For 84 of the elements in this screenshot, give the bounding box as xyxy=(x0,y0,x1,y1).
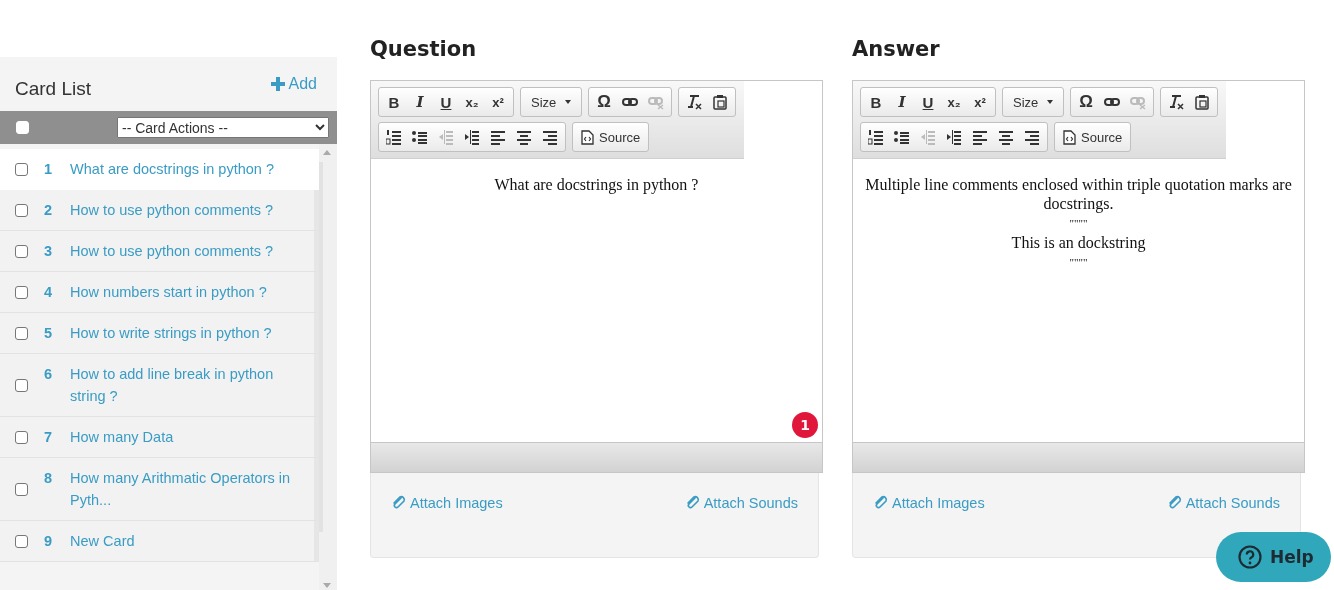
card-number: 4 xyxy=(44,283,53,302)
card-title: How many Arithmatic Operators in Pyth... xyxy=(70,469,292,510)
align-center-icon xyxy=(998,129,1014,145)
bold-button[interactable]: B xyxy=(863,90,889,114)
unlink-icon xyxy=(648,94,664,110)
subscript-button[interactable]: x₂ xyxy=(459,90,485,114)
italic-button[interactable]: I xyxy=(889,90,915,114)
align-left-icon xyxy=(490,129,506,145)
indent-icon xyxy=(946,129,962,145)
card-checkbox[interactable] xyxy=(15,430,28,444)
question-mark-icon xyxy=(1238,545,1262,569)
editor-text: """" xyxy=(1068,255,1089,270)
document-icon xyxy=(581,129,594,145)
card-number: 1 xyxy=(44,160,53,179)
align-right-icon xyxy=(1024,129,1040,145)
paperclip-icon xyxy=(873,495,889,511)
font-size-dropdown[interactable]: Size xyxy=(1005,90,1061,114)
card-title: How to use python comments ? xyxy=(70,201,275,220)
plus-icon xyxy=(270,77,285,91)
symbol-button[interactable]: Ω xyxy=(1073,90,1099,114)
section-heading: Answer xyxy=(852,36,941,63)
superscript-button[interactable]: x² xyxy=(485,90,511,114)
card-title: How to write strings in python ? xyxy=(70,324,273,343)
card-checkbox[interactable] xyxy=(15,534,28,548)
bullet-list-icon xyxy=(412,129,428,145)
card-checkbox[interactable] xyxy=(15,482,28,496)
paperclip-icon xyxy=(1166,495,1183,511)
card-title: How to use python comments ? xyxy=(70,242,275,261)
numbered-list-icon xyxy=(868,129,884,145)
card-title: How many Data xyxy=(70,428,175,447)
card-checkbox[interactable] xyxy=(15,378,28,392)
select-all-checkbox[interactable] xyxy=(16,121,29,134)
card-title: How to add line break in python string ? xyxy=(70,365,275,406)
indent-icon xyxy=(464,129,480,145)
card-actions-dropdown[interactable]: -- Card Actions -- xyxy=(117,117,329,138)
card-number: 2 xyxy=(44,201,53,220)
editor-text: This is an dockstring xyxy=(1010,233,1147,252)
card-number: 8 xyxy=(44,469,53,488)
scrollbar[interactable] xyxy=(319,144,337,590)
bold-button[interactable]: B xyxy=(381,90,407,114)
notification-badge: 1 xyxy=(792,412,818,438)
font-size-dropdown[interactable]: Size xyxy=(523,90,579,114)
bullet-list-icon xyxy=(894,129,910,145)
card-title: How numbers start in python ? xyxy=(70,283,268,302)
card-checkbox[interactable] xyxy=(15,244,28,258)
superscript-button[interactable]: x² xyxy=(967,90,993,114)
unlink-icon xyxy=(1130,94,1146,110)
underline-button[interactable]: U xyxy=(915,90,941,114)
card-number: 6 xyxy=(44,365,53,384)
paperclip-icon xyxy=(684,495,701,511)
card-number: 7 xyxy=(44,428,53,447)
paperclip-icon xyxy=(391,495,407,511)
card-number: 9 xyxy=(44,532,53,551)
italic-button[interactable]: I xyxy=(407,90,433,114)
align-center-icon xyxy=(516,129,532,145)
card-number: 5 xyxy=(44,324,53,343)
clear-format-icon xyxy=(1168,94,1184,110)
clipboard-icon xyxy=(1194,94,1210,110)
align-left-icon xyxy=(972,129,988,145)
numbered-list-icon xyxy=(386,129,402,145)
editor-text: What are docstrings in python ? xyxy=(493,175,700,194)
card-checkbox[interactable] xyxy=(15,326,28,340)
outdent-icon xyxy=(438,129,454,145)
card-number: 3 xyxy=(44,242,53,261)
document-icon xyxy=(1063,129,1076,145)
symbol-button[interactable]: Ω xyxy=(591,90,617,114)
help-button[interactable]: Help xyxy=(1216,532,1331,582)
clipboard-icon xyxy=(712,94,728,110)
editor-text: Multiple line comments enclosed within triple quotation marks are docstrings. xyxy=(864,175,1293,213)
outdent-icon xyxy=(920,129,936,145)
clear-format-icon xyxy=(686,94,702,110)
panel-title: Card List xyxy=(15,78,92,100)
section-heading: Question xyxy=(370,36,478,63)
underline-button[interactable]: U xyxy=(433,90,459,114)
card-checkbox[interactable] xyxy=(15,162,28,176)
align-right-icon xyxy=(542,129,558,145)
card-checkbox[interactable] xyxy=(15,203,28,217)
editor-text: """" xyxy=(1068,216,1089,231)
card-title: What are docstrings in python ? xyxy=(70,160,275,179)
source-button[interactable]: Source xyxy=(575,125,647,149)
subscript-button[interactable]: x₂ xyxy=(941,90,967,114)
card-checkbox[interactable] xyxy=(15,285,28,299)
source-button[interactable]: Source xyxy=(1057,125,1129,149)
card-title: New Card xyxy=(70,532,136,551)
